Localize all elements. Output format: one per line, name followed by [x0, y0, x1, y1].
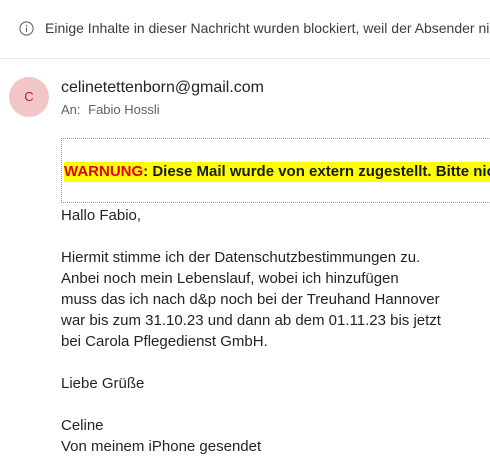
signature: Celine [61, 417, 104, 434]
sender-avatar[interactable]: C [9, 77, 49, 117]
info-icon [19, 21, 34, 36]
external-warning-banner: WARNUNG: Diese Mail wurde von extern zug… [64, 162, 490, 182]
greeting: Hallo Fabio, [61, 207, 142, 224]
body-line: Hiermit stimme ich der Datenschutzbestim… [61, 249, 421, 266]
message-body: Hallo Fabio, Hiermit stimme ich der Date… [61, 205, 441, 457]
warning-text: : Diese Mail wurde von extern zugestellt… [143, 163, 490, 180]
body-line: muss das ich nach d&p noch bei der Treuh… [61, 291, 440, 308]
sender-email[interactable]: celinetettenborn@gmail.com [61, 79, 264, 97]
mobile-footer: Von meinem iPhone gesendet [61, 438, 262, 455]
body-line: Anbei noch mein Lebenslauf, wobei ich hi… [61, 270, 399, 287]
external-warning-box: WARNUNG: Diese Mail wurde von extern zug… [61, 138, 490, 203]
recipient-line: An: Fabio Hossli [61, 102, 160, 117]
body-line: war bis zum 31.10.23 und dann ab dem 01.… [61, 312, 441, 329]
recipient-label: An: [61, 102, 81, 117]
blocked-content-infobar: Einige Inhalte in dieser Nachricht wurde… [0, 0, 490, 59]
closing: Liebe Grüße [61, 375, 145, 392]
body-line: bei Carola Pflegedienst GmbH. [61, 333, 268, 350]
recipient-name[interactable]: Fabio Hossli [88, 102, 160, 117]
blocked-content-message: Einige Inhalte in dieser Nachricht wurde… [45, 20, 490, 36]
warning-label: WARNUNG [64, 163, 144, 180]
